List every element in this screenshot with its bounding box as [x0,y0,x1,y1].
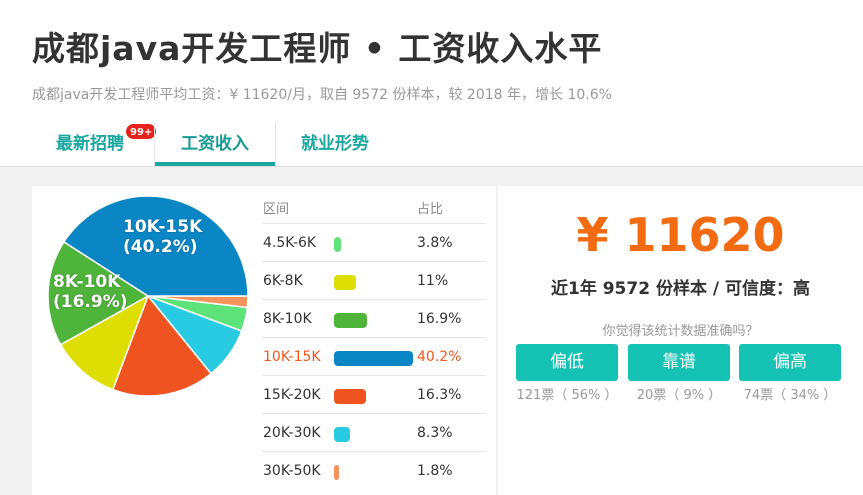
vote-accurate-button[interactable]: 靠谱 [628,344,730,381]
distribution-row: 30K-50K 1.8% [262,451,486,489]
row-range: 8K-10K [263,311,312,327]
distribution-row: 8K-10K 16.9% [262,299,486,337]
vote-too-high-button[interactable]: 偏高 [739,344,841,381]
row-share-bar [334,313,368,328]
row-range: 10K-15K [263,349,321,365]
row-share-bar [334,275,356,290]
sample-info: 近1年 9572 份样本 / 可信度：高 [550,279,811,299]
tab-salary[interactable]: 工资收入 [154,122,276,166]
page-subtitle: 成都java开发工程师平均工资：¥ 11620/月，取自 9572 份样本，较 … [32,87,612,103]
pie-label-10k-15k-range: 10K-15K [123,217,203,237]
row-range: 15K-20K [263,387,321,403]
distribution-row: 6K-8K 11% [262,261,486,299]
new-jobs-badge: 99+ [125,123,158,140]
distribution-row: 20K-30K 8.3% [262,413,486,451]
row-range: 20K-30K [263,425,321,441]
pie-label-10k-15k-pct: (40.2%) [123,237,198,257]
tab-salary-label: 工资收入 [181,134,249,154]
row-share-bar [334,351,413,366]
row-range: 4.5K-6K [263,235,317,251]
vote-accurate-count: 20票（ 9% ） [636,388,722,403]
accuracy-question: 你觉得该统计数据准确吗？ [602,324,759,339]
vote-too-low-button[interactable]: 偏低 [516,344,618,381]
row-pct: 16.3% [417,387,462,403]
distribution-row: 10K-15K 40.2% [262,337,486,375]
vote-too-high-count: 74票（ 34% ） [743,388,837,403]
row-pct: 16.9% [417,311,462,327]
row-pct: 8.3% [417,425,453,441]
row-pct: 40.2% [417,349,462,365]
row-range: 30K-50K [263,463,321,479]
row-pct: 11% [417,273,449,289]
pie-label-8k-10k-pct: (16.9%) [53,292,128,312]
vote-too-low-count: 121票（ 56% ） [516,388,618,403]
average-salary: ¥ 11620 [576,208,785,262]
row-share-bar [334,465,339,480]
row-pct: 1.8% [417,463,453,479]
salary-summary-card: ¥ 11620 近1年 9572 份样本 / 可信度：高 你觉得该统计数据准确吗… [498,186,863,495]
header-range: 区间 [263,202,290,217]
tab-latest-jobs[interactable]: 最新招聘 99+ [32,122,158,166]
salary-distribution-card: 10K-15K (40.2%) 8K-10K (16.9%) 区间 占比 4.5… [32,186,496,495]
tab-employment-trend[interactable]: 就业形势 [276,122,394,166]
row-range: 6K-8K [263,273,303,289]
row-share-bar [334,237,342,252]
pie-label-8k-10k: 8K-10K (16.9%) [53,272,128,312]
header-pct: 占比 [417,202,444,217]
row-share-bar [334,389,367,404]
pie-label-10k-15k: 10K-15K (40.2%) [123,217,202,257]
row-pct: 3.8% [417,235,453,251]
row-share-bar [334,427,351,442]
tab-latest-jobs-label: 最新招聘 [56,134,124,154]
pie-label-8k-10k-range: 8K-10K [53,272,121,292]
distribution-row: 4.5K-6K 3.8% [262,223,486,261]
tab-employment-trend-label: 就业形势 [301,134,369,154]
distribution-row: 15K-20K 16.3% [262,375,486,413]
page-title: 成都java开发工程师 • 工资收入水平 [32,29,603,68]
